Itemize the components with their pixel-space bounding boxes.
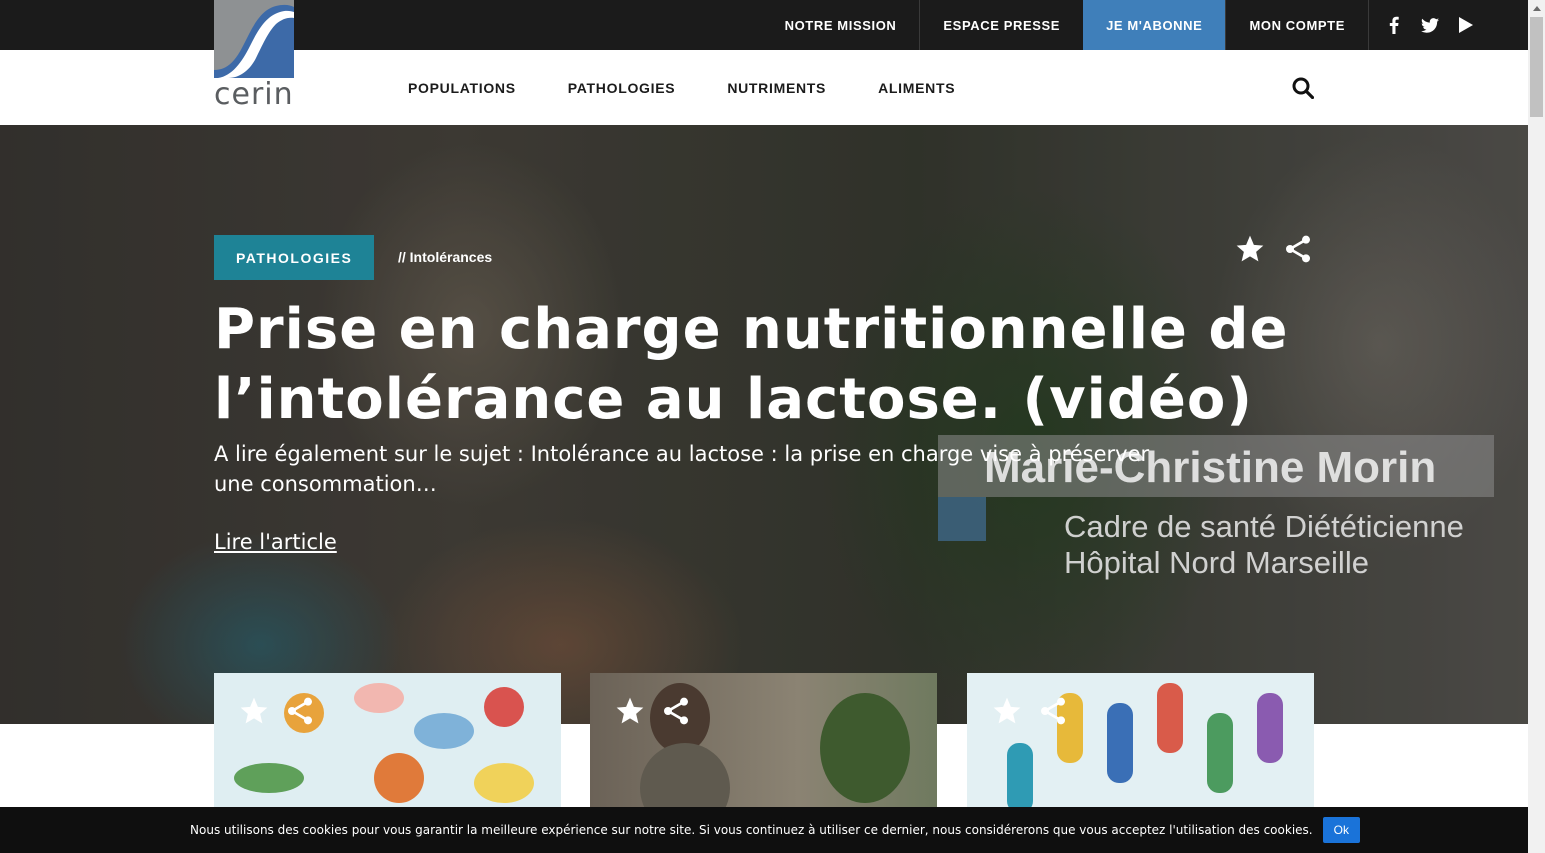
top-links: NOTRE MISSION ESPACE PRESSE JE M'ABONNE … <box>762 0 1368 50</box>
hero-banner: Marie-Christine Morin Cadre de santé Dié… <box>0 125 1528 724</box>
nav-item-populations[interactable]: POPULATIONS <box>382 80 542 96</box>
card-actions <box>614 695 692 727</box>
people-illustration-item <box>1257 693 1283 763</box>
star-icon[interactable] <box>991 695 1023 727</box>
share-icon[interactable] <box>660 695 692 727</box>
video-caption-accent <box>938 497 986 541</box>
hero-excerpt: A lire également sur le sujet : Intoléra… <box>214 442 1150 496</box>
food-illustration-item <box>374 753 424 803</box>
nav-item-pathologies[interactable]: PATHOLOGIES <box>542 80 702 96</box>
logo-mark <box>214 0 294 78</box>
twitter-icon[interactable] <box>1421 16 1439 34</box>
food-illustration-item <box>354 683 404 713</box>
cookie-banner: Nous utilisons des cookies pour vous gar… <box>0 807 1528 853</box>
youtube-icon[interactable] <box>1457 16 1475 34</box>
top-link-presse[interactable]: ESPACE PRESSE <box>919 0 1083 50</box>
scroll-thumb[interactable] <box>1530 17 1543 117</box>
card-actions <box>991 695 1069 727</box>
read-article-link[interactable]: Lire l'article <box>214 530 337 554</box>
facebook-icon[interactable] <box>1385 16 1403 34</box>
nav-item-nutriments[interactable]: NUTRIMENTS <box>701 80 852 96</box>
share-icon[interactable] <box>284 695 316 727</box>
video-caption-role-line1: Cadre de santé Diététicienne <box>1064 509 1464 544</box>
top-link-subscribe[interactable]: JE M'ABONNE <box>1083 0 1226 50</box>
hero-actions <box>1234 233 1314 265</box>
card-actions <box>238 695 316 727</box>
article-card-2[interactable] <box>590 673 937 813</box>
food-illustration-item <box>484 687 524 727</box>
subcategory-link[interactable]: // Intolérances <box>398 249 492 265</box>
scrollbar[interactable] <box>1528 0 1545 853</box>
cookie-text: Nous utilisons des cookies pour vous gar… <box>190 823 1313 837</box>
star-icon[interactable] <box>238 695 270 727</box>
people-illustration-item <box>1157 683 1183 753</box>
video-caption-role-line2: Hôpital Nord Marseille <box>1064 545 1369 580</box>
category-tag[interactable]: PATHOLOGIES <box>214 235 375 280</box>
video-caption-role: Cadre de santé Diététicienne Hôpital Nor… <box>1064 509 1464 581</box>
social-links <box>1368 0 1475 50</box>
logo-text: cerin <box>214 77 294 112</box>
star-icon[interactable] <box>614 695 646 727</box>
people-illustration-item <box>1207 713 1233 793</box>
top-link-mission[interactable]: NOTRE MISSION <box>762 0 920 50</box>
interview-person-silhouette <box>640 743 730 813</box>
share-icon[interactable] <box>1282 233 1314 265</box>
plant-illustration <box>820 693 910 803</box>
nav-item-aliments[interactable]: ALIMENTS <box>852 80 981 96</box>
scroll-up-icon[interactable] <box>1528 0 1545 17</box>
cerin-logo[interactable]: cerin <box>214 0 294 112</box>
article-card-1[interactable] <box>214 673 561 813</box>
food-illustration-item <box>414 713 474 749</box>
star-icon[interactable] <box>1234 233 1266 265</box>
page: { "brand": { "logo_text": "cerin", "colo… <box>0 0 1545 853</box>
food-illustration-item <box>234 763 304 793</box>
people-illustration-item <box>1107 703 1133 783</box>
share-icon[interactable] <box>1037 695 1069 727</box>
main-nav: POPULATIONS PATHOLOGIES NUTRIMENTS ALIME… <box>382 50 981 125</box>
people-illustration-item <box>1007 743 1033 813</box>
food-illustration-item <box>474 763 534 803</box>
cookie-ok-button[interactable]: Ok <box>1322 817 1360 843</box>
article-card-3[interactable] <box>967 673 1314 813</box>
search-icon[interactable] <box>1292 77 1315 100</box>
hero-title[interactable]: Prise en charge nutritionnelle de l’into… <box>214 295 1294 435</box>
top-link-account[interactable]: MON COMPTE <box>1225 0 1368 50</box>
